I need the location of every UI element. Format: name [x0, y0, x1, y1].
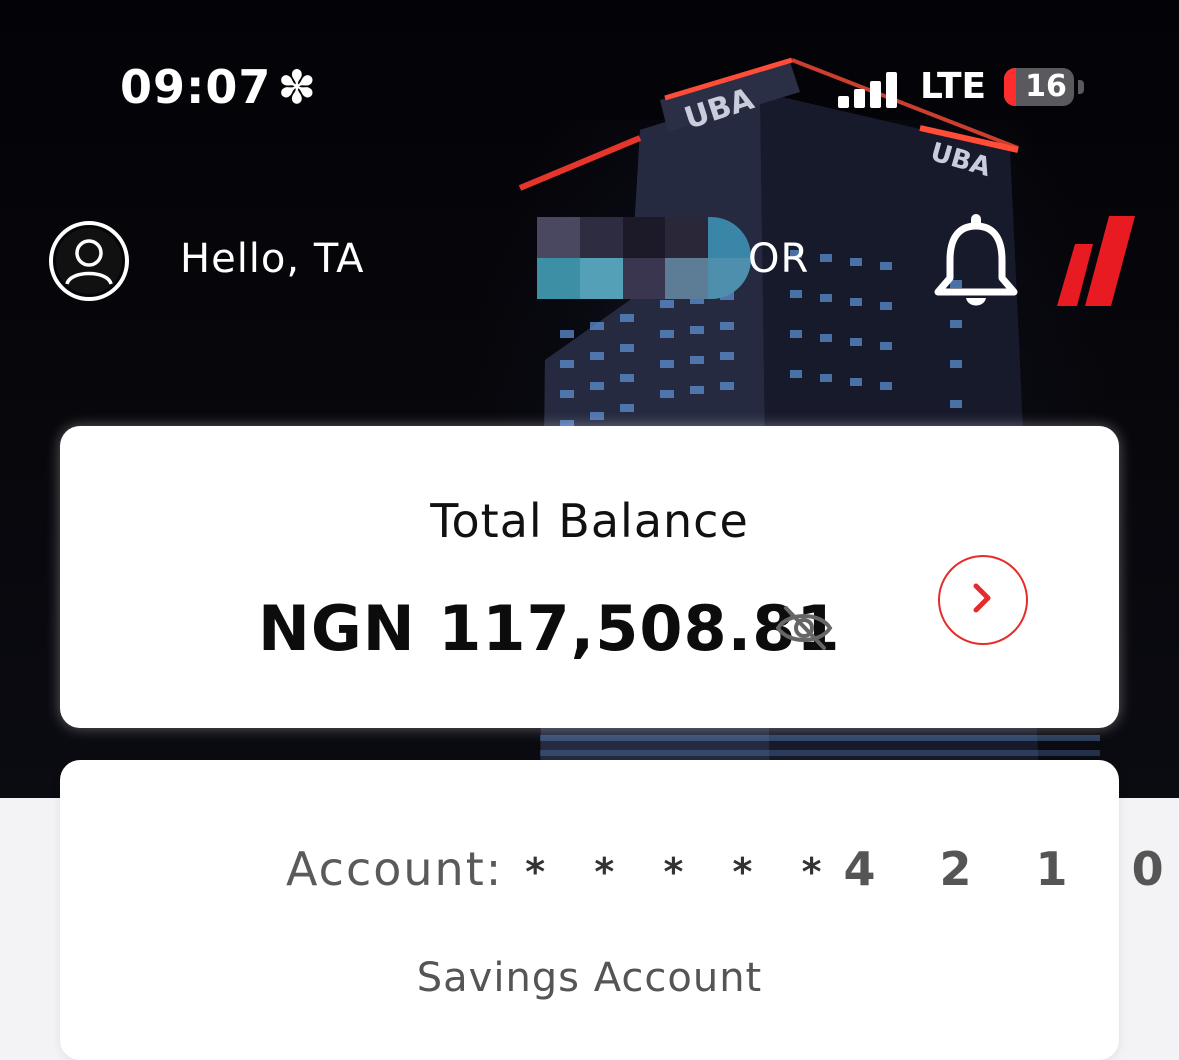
greeting-text: Hello, TA	[180, 236, 365, 282]
account-mask: * * * * *	[525, 850, 840, 894]
battery-tip	[1078, 80, 1084, 94]
greeting-text-end: OR	[748, 236, 810, 282]
account-label: Account:	[286, 842, 504, 896]
account-last-digits: 4 2 1 0	[843, 842, 1179, 896]
signal-bars-icon	[838, 72, 897, 108]
chevron-right-icon	[973, 583, 991, 613]
account-card[interactable]	[60, 760, 1119, 1060]
uba-logo-icon[interactable]	[1055, 214, 1135, 306]
total-balance-amount: NGN 117,508.81	[258, 592, 841, 665]
battery-level-fill	[1004, 68, 1016, 106]
account-number-row: Account: * * * * *4 2 1 0	[286, 842, 1179, 896]
user-avatar-icon[interactable]	[48, 220, 130, 302]
network-type: LTE	[920, 66, 987, 107]
redacted-name-block	[537, 217, 751, 299]
account-type: Savings Account	[416, 955, 763, 1001]
status-time-indicator: ✽	[277, 60, 317, 114]
status-time: 09:07 ✽	[120, 60, 317, 114]
battery-icon: 16	[1004, 68, 1074, 106]
bell-icon[interactable]	[930, 212, 1022, 312]
balance-details-button[interactable]	[938, 555, 1028, 645]
total-balance-label: Total Balance	[430, 494, 749, 548]
eye-off-icon[interactable]	[774, 604, 834, 652]
battery-percent: 16	[1025, 69, 1067, 104]
status-time-text: 09:07	[120, 60, 272, 114]
